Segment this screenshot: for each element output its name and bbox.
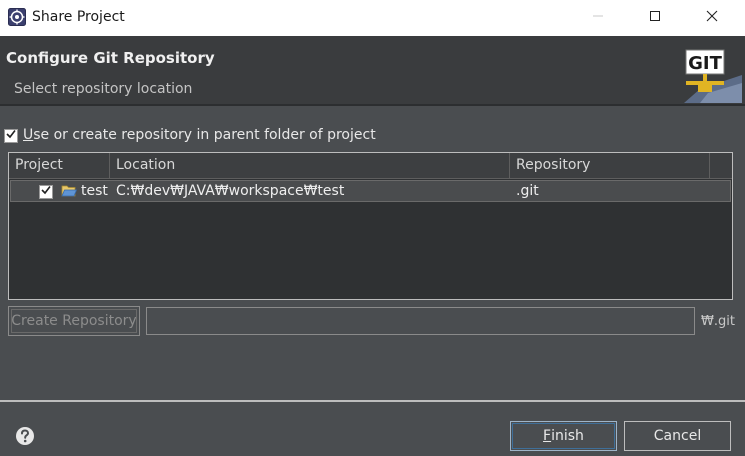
finish-button[interactable]: Finish xyxy=(510,421,617,451)
project-folder-icon xyxy=(61,184,78,198)
checkmark-icon xyxy=(40,184,52,200)
page-subtitle: Select repository location xyxy=(14,81,193,97)
column-header-project[interactable]: Project xyxy=(9,153,110,178)
close-icon xyxy=(706,10,718,26)
checkmark-icon xyxy=(5,128,17,144)
page-title: Configure Git Repository xyxy=(6,49,215,67)
use-parent-repo-label[interactable]: Use or create repository in parent folde… xyxy=(23,127,376,143)
create-repository-button[interactable]: Create Repository xyxy=(8,306,140,336)
table-row[interactable]: test C:₩dev₩JAVA₩workspace₩test .git xyxy=(10,180,731,202)
help-icon[interactable] xyxy=(15,426,35,446)
eclipse-app-icon xyxy=(8,8,26,26)
project-repository-table[interactable]: Project Location Repository test C:₩dev₩… xyxy=(8,152,733,300)
header-divider xyxy=(0,104,745,106)
project-location: C:₩dev₩JAVA₩workspace₩test xyxy=(116,183,345,199)
column-header-repository[interactable]: Repository xyxy=(510,153,710,178)
title-bar: Share Project xyxy=(0,0,745,36)
git-repository-icon: GIT xyxy=(670,45,742,103)
button-focus-frame xyxy=(512,423,615,449)
use-parent-repo-checkbox[interactable] xyxy=(4,129,18,143)
minimize-button[interactable] xyxy=(575,0,621,36)
project-row-checkbox[interactable] xyxy=(39,185,53,199)
minimize-icon xyxy=(592,10,604,26)
git-suffix-label: ₩.git xyxy=(701,314,735,329)
window-title: Share Project xyxy=(32,9,125,25)
column-header-location[interactable]: Location xyxy=(110,153,510,178)
wizard-header: Configure Git Repository Select reposito… xyxy=(0,36,745,104)
maximize-button[interactable] xyxy=(632,0,678,36)
cancel-button[interactable]: Cancel xyxy=(624,421,731,451)
project-repository: .git xyxy=(516,183,539,199)
footer-divider xyxy=(0,400,745,402)
git-icon-text: GIT xyxy=(688,53,722,74)
repository-path-input[interactable] xyxy=(146,307,695,335)
table-header: Project Location Repository xyxy=(9,153,732,179)
button-focus-frame xyxy=(11,309,137,333)
project-name: test xyxy=(81,183,108,199)
mnemonic-u: U xyxy=(23,127,34,143)
maximize-icon xyxy=(649,10,661,26)
label-text: se or create repository in parent folder… xyxy=(33,127,376,143)
close-button[interactable] xyxy=(689,0,735,36)
